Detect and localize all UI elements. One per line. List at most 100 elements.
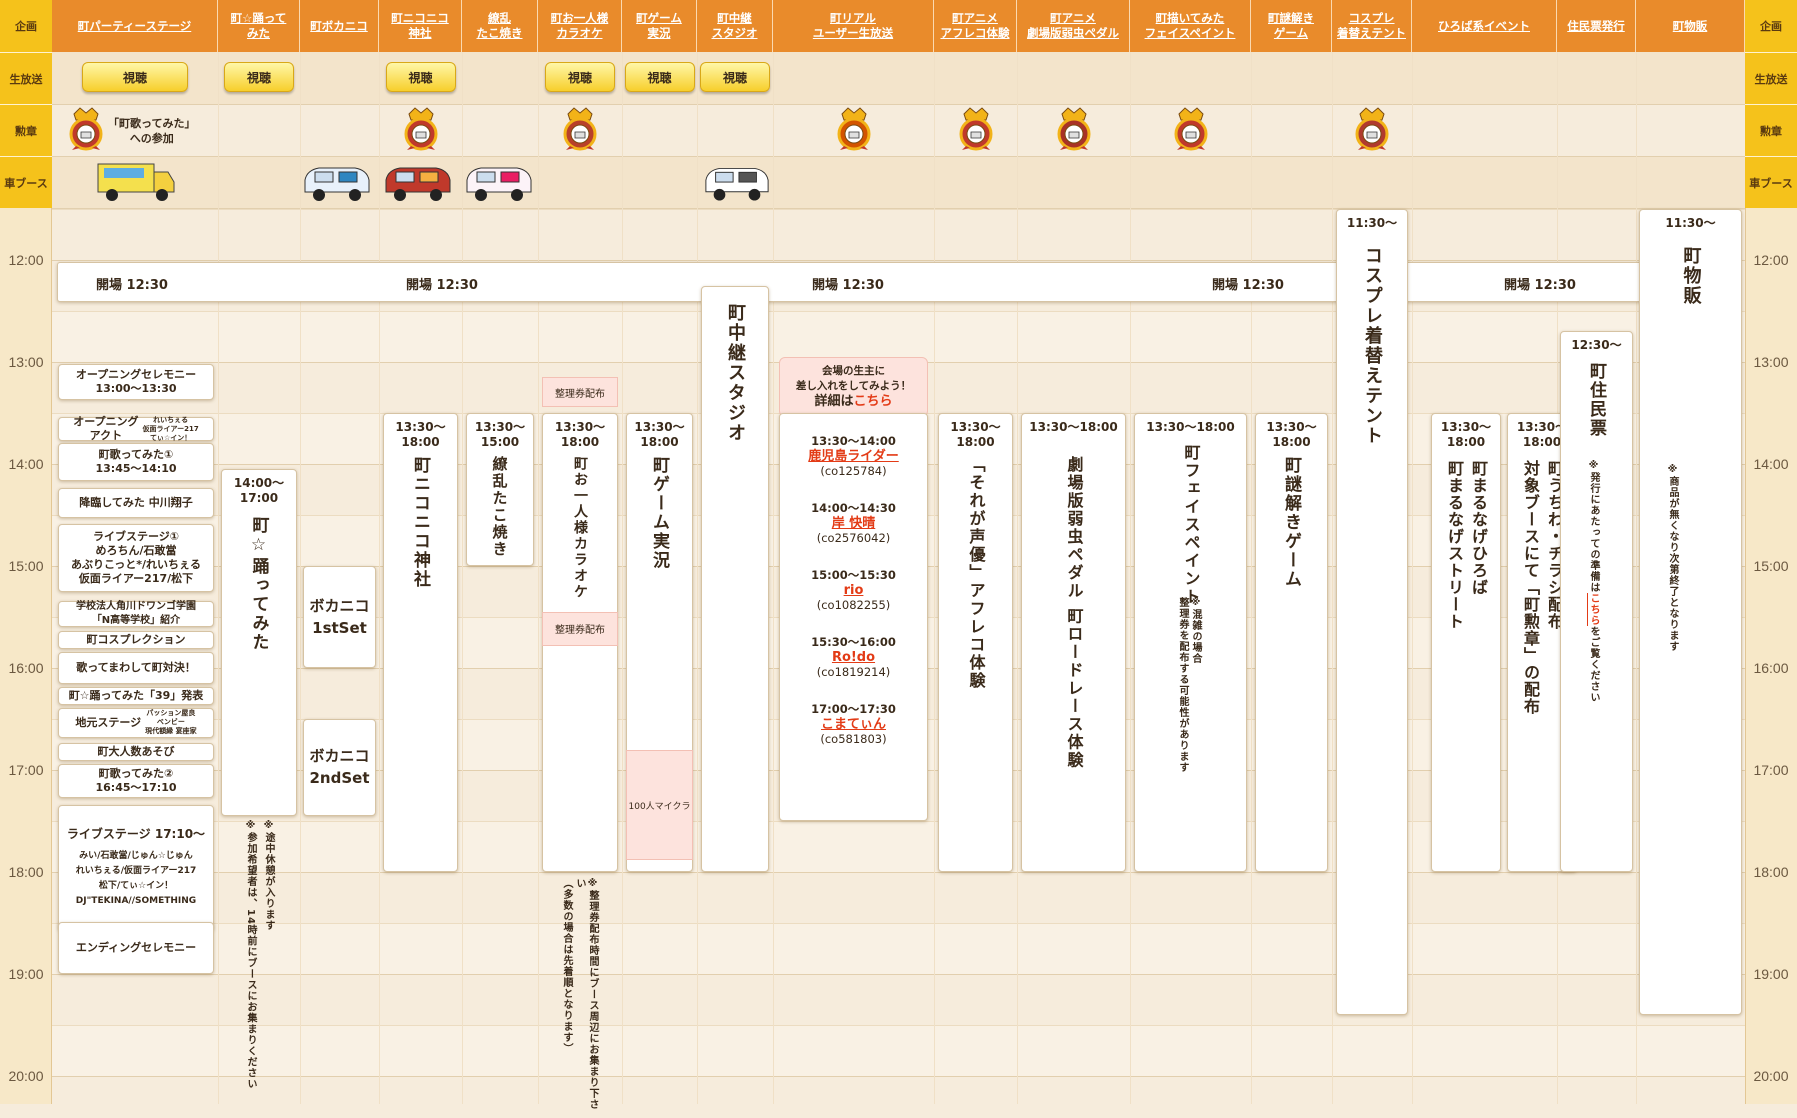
live-stage-2-title: ライブステージ 17:10〜 (66, 826, 206, 841)
local-stage-performers: パッション屋良 ベンビー 現代額縁 宴座家 (145, 709, 197, 736)
real-promo-link[interactable]: こちら (854, 394, 893, 409)
medal-row (52, 104, 1745, 156)
local-stage[interactable]: 地元ステージ パッション屋良 ベンビー 現代額縁 宴座家 (58, 707, 214, 738)
column-header-link[interactable]: 町物販 (1636, 0, 1745, 52)
watch-button[interactable]: 視聴 (545, 62, 615, 92)
real-slot-name[interactable]: 岸 快晴 (780, 516, 927, 531)
column-header-link[interactable]: 住民票発行 (1557, 0, 1636, 52)
cos-block-title: コスプレ着替えテント (1362, 246, 1383, 446)
buppan-block-title: 町物販 (1680, 246, 1702, 306)
column-divider (1251, 52, 1252, 1104)
column-header-link[interactable]: 町ボカニコ (300, 0, 379, 52)
real-slot: 13:30〜14:00 鹿児島ライダー (co125784) (780, 434, 927, 479)
right-medal-label: 勲章 (1745, 104, 1797, 156)
right-live-label: 生放送 (1745, 52, 1797, 104)
live-stage-2[interactable]: ライブステージ 17:10〜 みい/石敢當/じゅん☆じゅん れいちぇる/仮面ライア… (58, 804, 214, 931)
studio-block[interactable]: 町中継スタジオ (701, 285, 769, 872)
jumin-note-b: をご覧ください (1588, 626, 1599, 703)
afureko-block[interactable]: 13:30〜 18:00 「それが声優」アフレコ体験 (938, 413, 1013, 872)
real-slot-id: (co1819214) (816, 665, 891, 679)
kourin-nakagawa[interactable]: 降臨してみた 中川翔子 (58, 488, 214, 519)
jumin-note-link[interactable]: こちら (1588, 593, 1599, 626)
watch-button[interactable]: 視聴 (624, 62, 695, 92)
takoyaki-block[interactable]: 13:30〜 15:00 繚乱たこ焼き (466, 413, 534, 566)
car-icon (300, 162, 374, 206)
column-header-link[interactable]: 町謎解き ゲーム (1251, 0, 1332, 52)
column-header-link[interactable]: 町☆踊って みた (218, 0, 300, 52)
jinja-block[interactable]: 13:30〜 18:00 町ニコニコ神社 (383, 413, 458, 872)
car-icon (462, 162, 536, 206)
car-icon (381, 162, 455, 206)
opening-ceremony[interactable]: オープニングセレモニー 13:00〜13:30 (58, 364, 214, 400)
real-slot-name[interactable]: 鹿児島ライダー (780, 449, 927, 464)
watch-button[interactable]: 視聴 (385, 62, 456, 92)
column-divider (1636, 52, 1637, 1104)
watch-button[interactable]: 視聴 (82, 62, 188, 92)
opening-act[interactable]: オープニング アクト れいちぇる 仮面ライアー217 てぃ☆イン！ (58, 415, 214, 442)
karaoke-ticket-1: 整理券配布 (542, 377, 618, 408)
watch-button[interactable]: 視聴 (224, 62, 294, 92)
column-header-link[interactable]: 繚乱 たこ焼き (462, 0, 538, 52)
left-live-label: 生放送 (0, 52, 52, 104)
column-divider (1412, 52, 1413, 1104)
real-slot-name[interactable]: rio (780, 583, 927, 598)
afureko-block-time: 13:30〜 18:00 (950, 420, 1001, 449)
time-label-right: 19:00 (1753, 966, 1789, 982)
ending-ceremony[interactable]: エンディングセレモニー (58, 921, 214, 974)
column-header-link[interactable]: 町ニコニコ 神社 (379, 0, 462, 52)
column-header-link[interactable]: 町リアル ユーザー生放送 (773, 0, 934, 52)
utatte-mita-2[interactable]: 町歌ってみた② 16:45〜17:10 (58, 763, 214, 798)
live-row (52, 52, 1745, 104)
odotte-block-time: 14:00〜 17:00 (233, 476, 285, 506)
bokaniko-2nd[interactable]: ボカニコ 2ndSet (303, 719, 376, 816)
watch-button[interactable]: 視聴 (700, 62, 770, 92)
real-promo-link-prefix: 詳細は (814, 394, 854, 410)
column-divider (1017, 52, 1018, 1104)
column-divider (462, 52, 463, 1104)
time-label-right: 17:00 (1753, 762, 1789, 778)
live-stage-1[interactable]: ライブステージ① めろちん/石敢當 あぶりこっと*/れいちぇる 仮面ライアー21… (58, 524, 214, 593)
hiroba-block[interactable]: 13:30〜 18:00 町まるなげひろば 町まるなげストリート (1431, 413, 1501, 872)
jinja-block-title: 町ニコニコ神社 (410, 456, 430, 589)
real-slot-name[interactable]: Ro!do (780, 650, 927, 665)
grid-line (52, 923, 1745, 924)
column-header-link[interactable]: 町アニメ 劇場版弱虫ペダル (1017, 0, 1130, 52)
real-slot-name[interactable]: こまてぃん (780, 717, 927, 732)
grid-line (52, 872, 1745, 873)
odotte-39[interactable]: 町☆踊ってみた「39」発表 (58, 687, 214, 706)
time-label-left: 12:00 (8, 252, 44, 268)
nazo-block[interactable]: 13:30〜 18:00 町謎解きゲーム (1255, 413, 1328, 872)
odotte-block[interactable]: 14:00〜 17:00 町☆踊ってみた (221, 469, 297, 816)
column-header-link[interactable]: コスプレ 着替えテント (1332, 0, 1412, 52)
column-header-link[interactable]: 町お一人様 カラオケ (538, 0, 622, 52)
real-slot: 15:30〜16:00 Ro!do (co1819214) (780, 635, 927, 680)
real-slot-time: 15:00〜15:30 (811, 568, 896, 582)
group-play[interactable]: 町大人数あそび (58, 743, 214, 762)
half-hour-band (52, 923, 1745, 974)
column-header-link[interactable]: 町中継 スタジオ (697, 0, 773, 52)
singing-battle[interactable]: 歌ってまわして町対決！ (58, 651, 214, 684)
column-header-link[interactable]: 町描いてみた フェイスペイント (1130, 0, 1251, 52)
column-header-link[interactable]: 町ゲーム 実況 (622, 0, 697, 52)
utatte-mita-1[interactable]: 町歌ってみた① 13:45〜14:10 (58, 442, 214, 481)
bokaniko-1st[interactable]: ボカニコ 1stSet (303, 566, 376, 668)
pedal-block[interactable]: 13:30〜18:00 劇場版弱虫ペダル 町ロードレース体験 (1021, 413, 1126, 872)
column-header-link[interactable]: 町パーティーステージ (52, 0, 218, 52)
real-promo[interactable]: 会場の生主に 差し入れをしてみよう！ 詳細はこちら (779, 356, 928, 417)
left-car-label: 車ブース (0, 156, 52, 208)
cos-block[interactable]: 11:30〜 コスプレ着替えテント (1336, 209, 1408, 1015)
buppan-block[interactable]: 11:30〜 町物販 (1639, 209, 1742, 1015)
n-high-school[interactable]: 学校法人角川ドワンゴ学園 「N高等学校」紹介 (58, 600, 214, 627)
column-header-link[interactable]: ひろば系イベント (1412, 0, 1557, 52)
real-slot-time: 14:00〜14:30 (811, 501, 896, 515)
time-label-right: 14:00 (1753, 456, 1789, 472)
cosplay-collection[interactable]: 町コスプレクション (58, 631, 214, 650)
time-label-right: 12:00 (1753, 252, 1789, 268)
jinja-block-time: 13:30〜 18:00 (395, 420, 446, 449)
nazo-block-title: 町謎解きゲーム (1281, 456, 1301, 589)
real-slot-id: (co1082255) (816, 598, 891, 612)
odotte-note-1: ※途中休憩が入ります (263, 819, 274, 931)
local-stage-label: 地元ステージ (75, 715, 142, 729)
medal-icon (958, 106, 994, 151)
column-header-link[interactable]: 町アニメ アフレコ体験 (934, 0, 1017, 52)
